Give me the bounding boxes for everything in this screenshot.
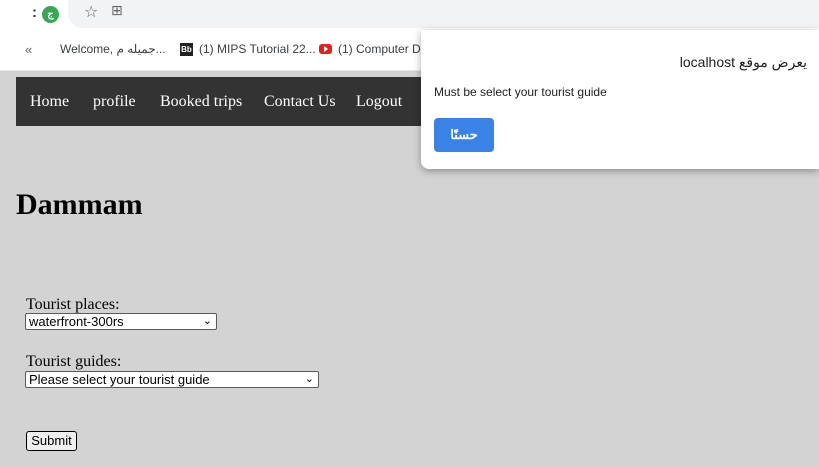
dialog-title: يعرض موقع localhost <box>679 54 807 70</box>
dialog-ok-button[interactable]: حسنًا <box>434 118 494 152</box>
extension-icon[interactable]: ج <box>42 6 59 23</box>
youtube-icon <box>319 44 332 54</box>
bookmark-label: (1) MIPS Tutorial 22... <box>199 42 316 56</box>
bookmark-welcome[interactable]: Welcome, جميله م... <box>60 42 166 56</box>
omnibox-strip <box>68 0 819 28</box>
chevron-down-icon: ⌄ <box>202 314 212 327</box>
chevron-down-icon: ⌄ <box>304 372 314 385</box>
bookmark-label: (1) Computer Des <box>338 42 434 56</box>
submit-button[interactable]: Submit <box>26 431 77 451</box>
tourist-guides-select[interactable]: Please select your tourist guide ⌄ <box>25 371 319 388</box>
bookmarks-overflow-icon[interactable]: « <box>25 42 32 57</box>
bookmark-computer-design[interactable]: (1) Computer Des <box>319 42 433 56</box>
dialog-message: Must be select your tourist guide <box>434 85 607 99</box>
bookmark-label: Welcome, جميله م... <box>60 42 166 56</box>
nav-logout[interactable]: Logout <box>356 93 402 111</box>
extensions-puzzle-icon[interactable]: ⊞ <box>111 3 123 19</box>
nav-home[interactable]: Home <box>30 93 69 111</box>
nav-profile[interactable]: profile <box>93 93 136 111</box>
bookmark-mips-tutorial[interactable]: Bb (1) MIPS Tutorial 22... <box>180 42 316 56</box>
alert-dialog: يعرض موقع localhost Must be select your … <box>421 30 819 169</box>
browser-toolbar: : ج ☆ ⊞ <box>0 0 819 30</box>
bookmark-star-icon[interactable]: ☆ <box>84 2 98 21</box>
tourist-guides-label: Tourist guides: <box>26 353 122 370</box>
tourist-places-select[interactable]: waterfront-300rs ⌄ <box>25 313 217 330</box>
browser-menu-icon[interactable]: : <box>32 4 37 21</box>
page-title: Dammam <box>16 188 143 221</box>
tourist-guides-value: Please select your tourist guide <box>29 372 210 387</box>
site-navbar: Home profile Booked trips Contact Us Log… <box>16 77 426 126</box>
tourist-places-value: waterfront-300rs <box>29 314 124 329</box>
nav-contact-us[interactable]: Contact Us <box>264 93 336 111</box>
tourist-places-label: Tourist places: <box>26 296 120 313</box>
blackboard-icon: Bb <box>180 42 193 56</box>
nav-booked-trips[interactable]: Booked trips <box>160 93 242 111</box>
